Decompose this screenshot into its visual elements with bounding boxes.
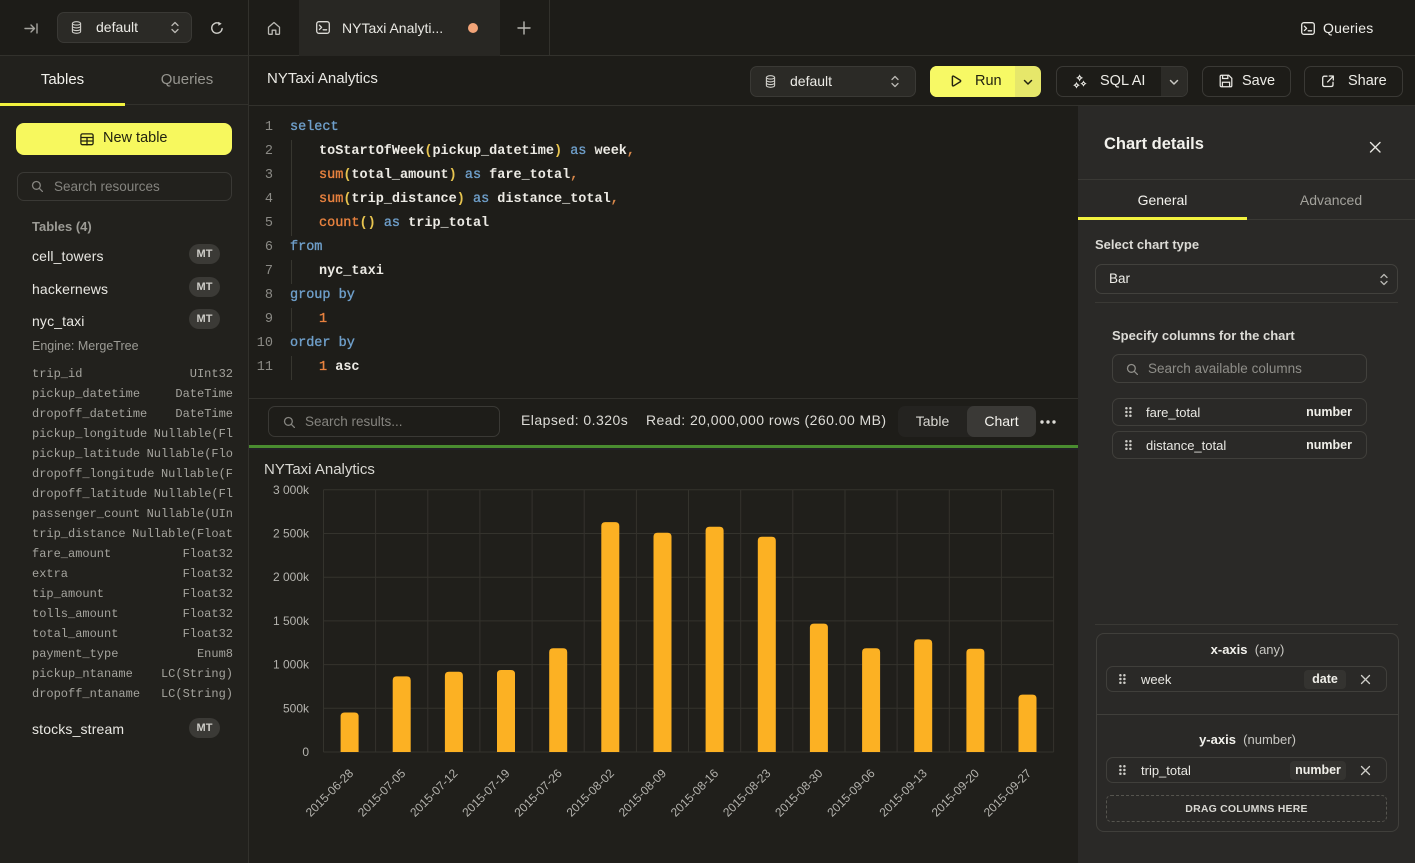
svg-text:1 000k: 1 000k [273, 658, 310, 672]
svg-text:2015-09-06: 2015-09-06 [824, 766, 878, 820]
svg-text:2 500k: 2 500k [273, 527, 310, 541]
svg-text:2015-08-30: 2015-08-30 [772, 766, 826, 820]
svg-text:2015-08-02: 2015-08-02 [564, 766, 618, 820]
svg-text:2015-07-19: 2015-07-19 [459, 766, 513, 820]
svg-text:2015-07-12: 2015-07-12 [407, 766, 461, 820]
svg-text:2 000k: 2 000k [273, 570, 310, 584]
svg-text:2015-07-26: 2015-07-26 [512, 766, 566, 820]
svg-text:2015-09-20: 2015-09-20 [929, 766, 983, 820]
svg-text:2015-06-28: 2015-06-28 [303, 766, 357, 820]
svg-text:2015-07-05: 2015-07-05 [355, 766, 409, 820]
svg-text:2015-08-16: 2015-08-16 [668, 766, 722, 820]
svg-text:2015-09-27: 2015-09-27 [981, 766, 1035, 820]
svg-text:2015-09-13: 2015-09-13 [877, 766, 931, 820]
svg-text:1 500k: 1 500k [273, 614, 310, 628]
svg-text:500k: 500k [283, 701, 310, 715]
svg-text:2015-08-09: 2015-08-09 [616, 766, 670, 820]
svg-text:3 000k: 3 000k [273, 483, 310, 497]
svg-text:0: 0 [302, 745, 309, 759]
svg-text:2015-08-23: 2015-08-23 [720, 766, 774, 820]
